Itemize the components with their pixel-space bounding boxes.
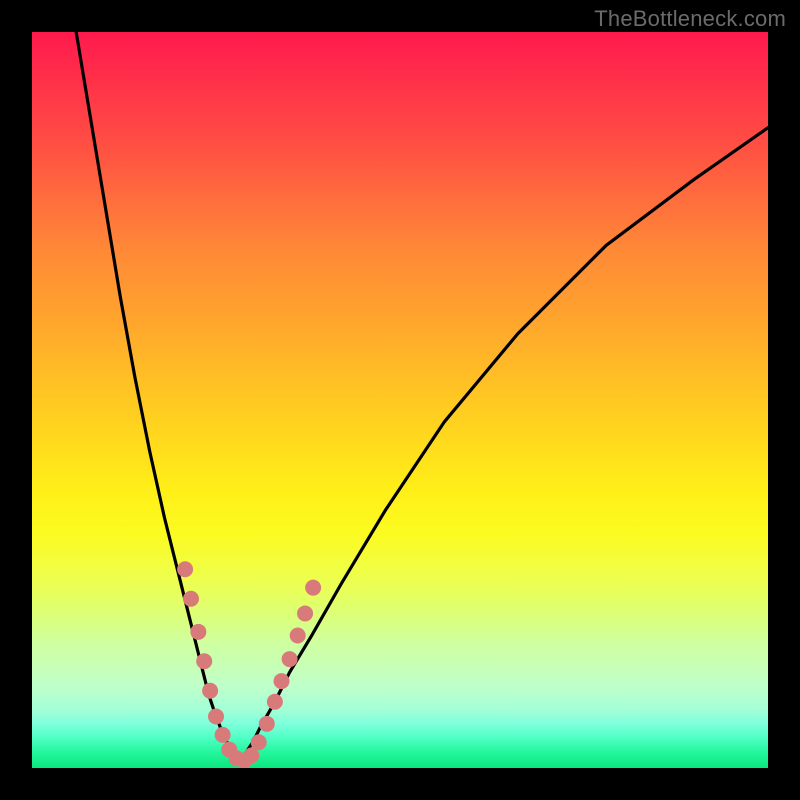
plot-area — [32, 32, 768, 768]
highlight-dot — [202, 683, 218, 699]
highlight-dot — [305, 580, 321, 596]
highlight-dot — [208, 708, 224, 724]
highlight-dot — [190, 624, 206, 640]
highlight-dot — [297, 605, 313, 621]
highlight-dot — [290, 628, 306, 644]
attribution-text: TheBottleneck.com — [594, 6, 786, 32]
highlight-dot — [267, 694, 283, 710]
highlight-dots — [177, 561, 321, 768]
curve-right-branch — [238, 128, 768, 761]
highlight-dot — [251, 734, 267, 750]
highlight-dot — [274, 673, 290, 689]
bottleneck-curve — [76, 32, 768, 761]
highlight-dot — [196, 653, 212, 669]
curve-left-branch — [76, 32, 238, 761]
highlight-dot — [215, 727, 231, 743]
highlight-dot — [282, 651, 298, 667]
curve-layer — [32, 32, 768, 768]
highlight-dot — [259, 716, 275, 732]
highlight-dot — [183, 591, 199, 607]
chart-frame: TheBottleneck.com — [0, 0, 800, 800]
highlight-dot — [177, 561, 193, 577]
